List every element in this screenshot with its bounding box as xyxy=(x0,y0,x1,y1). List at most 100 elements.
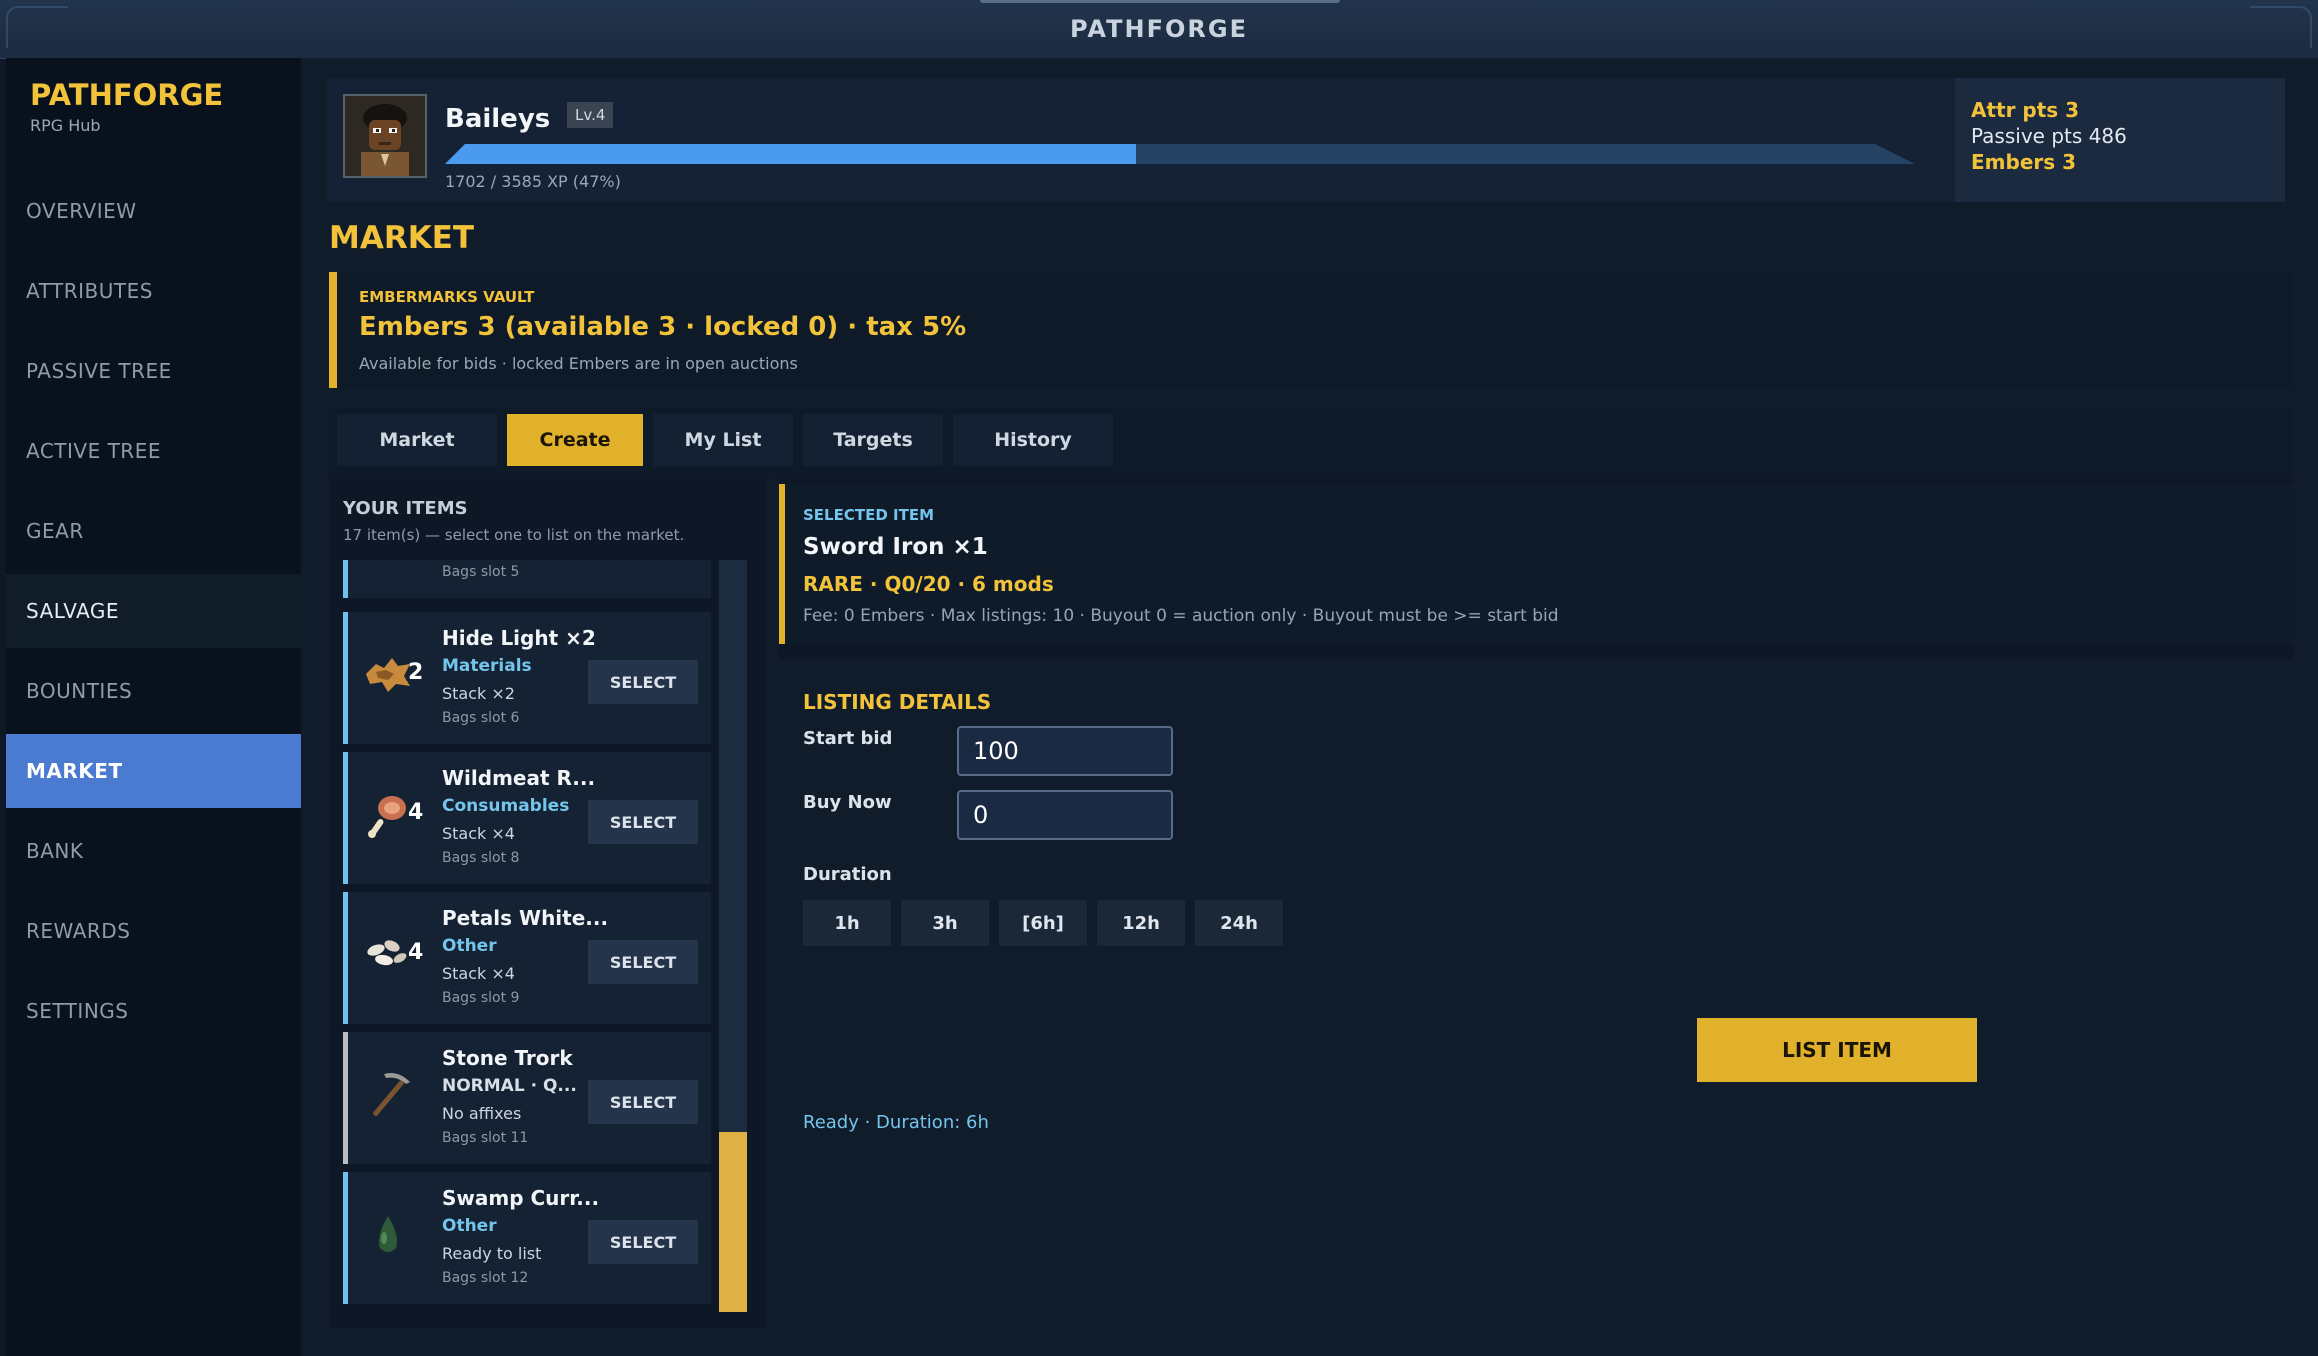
brand: PATHFORGE RPG Hub xyxy=(30,78,223,135)
item-count: 2 xyxy=(408,660,424,685)
sidebar-item-overview[interactable]: OVERVIEW xyxy=(6,174,301,248)
sidebar-item-gear[interactable]: GEAR xyxy=(6,494,301,568)
vault-note: Available for bids · locked Embers are i… xyxy=(359,354,798,373)
vault-label: EMBERMARKS VAULT xyxy=(359,288,535,306)
selected-item-name: Sword Iron ×1 xyxy=(803,534,988,560)
duration-6h-button[interactable]: [6h] xyxy=(999,900,1087,946)
items-subtitle: 17 item(s) — select one to list on the m… xyxy=(343,526,685,544)
brand-subtitle: RPG Hub xyxy=(30,116,101,135)
sidebar-item-rewards[interactable]: REWARDS xyxy=(6,894,301,968)
list-item[interactable]: Stone Trork NORMAL · Q... No affixes Bag… xyxy=(343,1032,711,1164)
selected-item-fee: Fee: 0 Embers · Max listings: 10 · Buyou… xyxy=(803,606,1559,626)
item-name: Swamp Curr... xyxy=(442,1186,600,1210)
corner-ornament-right xyxy=(2250,6,2312,48)
list-item[interactable]: 4 Petals White... Other Stack ×4 Bags sl… xyxy=(343,892,711,1024)
sidebar-item-settings[interactable]: SETTINGS xyxy=(6,974,301,1048)
currant-icon xyxy=(379,1216,397,1252)
item-name: Wildmeat R... xyxy=(442,766,596,790)
select-button[interactable]: SELECT xyxy=(588,660,698,704)
item-slot: Bags slot 12 xyxy=(442,1270,529,1286)
item-category: Other xyxy=(442,936,497,956)
item-slot: Bags slot 5 xyxy=(442,564,520,580)
sidebar: PATHFORGE RPG Hub OVERVIEW ATTRIBUTES PA… xyxy=(6,58,301,1356)
window-titlebar: PATHFORGE xyxy=(0,0,2318,59)
item-stack: Stack ×2 xyxy=(442,684,515,703)
your-items-panel: YOUR ITEMS 17 item(s) — select one to li… xyxy=(329,478,767,1328)
avatar[interactable] xyxy=(343,94,427,178)
selected-item-box: SELECTED ITEM Sword Iron ×1 RARE · Q0/20… xyxy=(779,484,2293,644)
item-name: Petals White... xyxy=(442,906,609,930)
duration-12h-button[interactable]: 12h xyxy=(1097,900,1185,946)
pickaxe-icon xyxy=(373,1073,410,1116)
listing-title: LISTING DETAILS xyxy=(803,690,992,714)
listing-status: Ready · Duration: 6h xyxy=(803,1112,989,1133)
items-list[interactable]: Bags slot 5 2 Hide Light ×2 Materials St… xyxy=(343,560,711,1308)
player-header: Baileys Lv.4 1702 / 3585 XP (47%) xyxy=(327,78,1963,202)
tab-my-list[interactable]: My List xyxy=(653,414,793,466)
sidebar-item-active-tree[interactable]: ACTIVE TREE xyxy=(6,414,301,488)
sidebar-item-salvage[interactable]: SALVAGE xyxy=(6,574,301,648)
tab-targets[interactable]: Targets xyxy=(803,414,943,466)
select-button[interactable]: SELECT xyxy=(588,1220,698,1264)
market-tabs: Market Create My List Targets History xyxy=(329,408,2293,478)
item-status: Ready to list xyxy=(442,1244,542,1263)
sidebar-item-attributes[interactable]: ATTRIBUTES xyxy=(6,254,301,328)
player-name: Baileys xyxy=(445,104,551,134)
tab-history[interactable]: History xyxy=(953,414,1113,466)
level-badge: Lv.4 xyxy=(567,102,614,128)
item-affixes: No affixes xyxy=(442,1104,522,1123)
hide-icon xyxy=(366,658,410,692)
duration-label: Duration xyxy=(803,864,892,885)
main-content: Baileys Lv.4 1702 / 3585 XP (47%) Attr p… xyxy=(301,58,2318,1356)
listing-details: LISTING DETAILS Start bid Buy Now Durati… xyxy=(779,660,2293,1328)
sidebar-nav: OVERVIEW ATTRIBUTES PASSIVE TREE ACTIVE … xyxy=(6,174,301,1054)
items-title: YOUR ITEMS xyxy=(343,498,468,519)
duration-3h-button[interactable]: 3h xyxy=(901,900,989,946)
select-button[interactable]: SELECT xyxy=(588,1080,698,1124)
list-item-button[interactable]: LIST ITEM xyxy=(1697,1018,1977,1082)
items-scrollbar-thumb[interactable] xyxy=(719,1132,747,1312)
xp-text: 1702 / 3585 XP (47%) xyxy=(445,172,621,191)
list-item[interactable]: Bags slot 5 xyxy=(343,560,711,598)
select-button[interactable]: SELECT xyxy=(588,940,698,984)
list-item[interactable]: 4 Wildmeat R... Consumables Stack ×4 Bag… xyxy=(343,752,711,884)
item-rarity: NORMAL · Q... xyxy=(442,1076,577,1096)
duration-1h-button[interactable]: 1h xyxy=(803,900,891,946)
selected-item-label: SELECTED ITEM xyxy=(803,506,935,524)
vault-balance: Embers 3 (available 3 · locked 0) · tax … xyxy=(359,312,967,342)
titlebar-notch xyxy=(980,0,1340,3)
sidebar-item-bounties[interactable]: BOUNTIES xyxy=(6,654,301,728)
item-category: Consumables xyxy=(442,796,570,816)
item-slot: Bags slot 8 xyxy=(442,850,520,866)
start-bid-input[interactable] xyxy=(957,726,1173,776)
window-title: PATHFORGE xyxy=(1070,15,1248,43)
list-item[interactable]: 2 Hide Light ×2 Materials Stack ×2 Bags … xyxy=(343,612,711,744)
selected-item-meta: RARE · Q0/20 · 6 mods xyxy=(803,572,1054,596)
sidebar-item-market[interactable]: MARKET xyxy=(6,734,301,808)
item-stack: Stack ×4 xyxy=(442,824,515,843)
embers-count: Embers 3 xyxy=(1971,150,2077,174)
xp-progress-fill xyxy=(445,144,1136,164)
character-portrait-icon xyxy=(345,96,425,176)
buy-now-input[interactable] xyxy=(957,790,1173,840)
meat-icon xyxy=(368,796,406,838)
tab-create[interactable]: Create xyxy=(507,414,643,466)
sidebar-item-passive-tree[interactable]: PASSIVE TREE xyxy=(6,334,301,408)
list-item[interactable]: Swamp Curr... Other Ready to list Bags s… xyxy=(343,1172,711,1304)
sidebar-item-bank[interactable]: BANK xyxy=(6,814,301,888)
duration-24h-button[interactable]: 24h xyxy=(1195,900,1283,946)
page-title: MARKET xyxy=(329,220,475,256)
attr-points: Attr pts 3 xyxy=(1971,98,2080,122)
brand-title: PATHFORGE xyxy=(30,78,224,112)
item-name: Stone Trork xyxy=(442,1046,573,1070)
item-category: Other xyxy=(442,1216,497,1236)
select-button[interactable]: SELECT xyxy=(588,800,698,844)
corner-ornament-left xyxy=(6,6,68,48)
stats-panel: Attr pts 3 Passive pts 486 Embers 3 xyxy=(1955,78,2285,202)
item-slot: Bags slot 11 xyxy=(442,1130,529,1146)
item-count: 4 xyxy=(408,940,424,965)
item-slot: Bags slot 6 xyxy=(442,710,520,726)
tab-market[interactable]: Market xyxy=(337,414,497,466)
passive-points: Passive pts 486 xyxy=(1971,124,2127,148)
items-scrollbar[interactable] xyxy=(719,560,747,1312)
